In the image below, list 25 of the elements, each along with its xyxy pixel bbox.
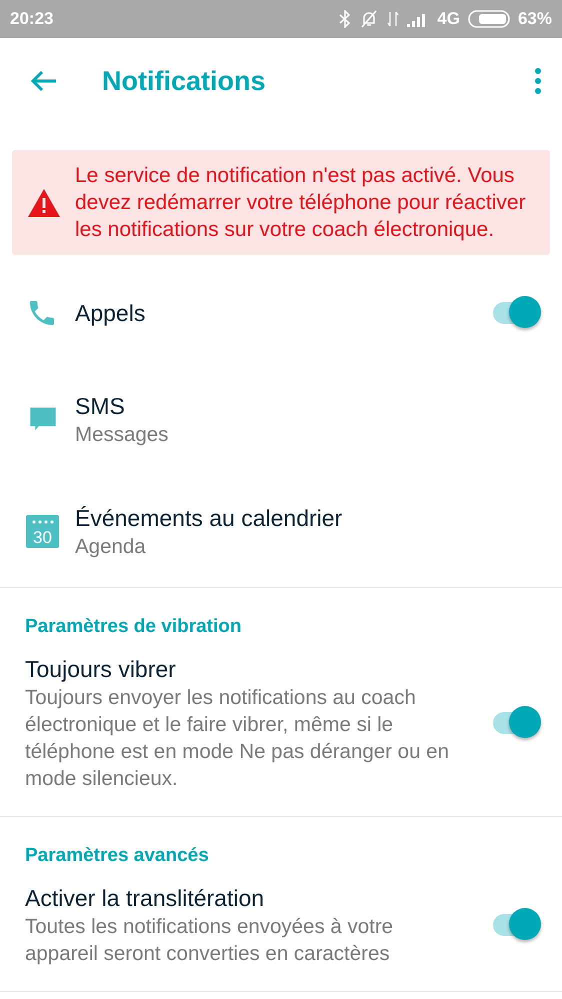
page-title: Notifications [102,66,267,96]
data-arrows-icon [387,10,400,28]
setting-title: Activer la translitération [25,884,266,913]
setting-description: Toutes les notifications envoyées à votre appareil seront converties en caractères [25,914,394,967]
status-time: 20:23 [10,9,54,29]
item-title: SMS [75,392,126,420]
app-notification-row[interactable]: 30 Événements au calendrier Agenda [0,475,562,587]
setting-title: Toujours vibrer [25,655,177,684]
item-subtitle: Messages [75,422,170,448]
item-title: Événements au calendrier [75,504,344,532]
calendar-icon: 30 [26,514,59,548]
bluetooth-icon [339,10,352,28]
app-notification-row[interactable]: SMS Messages [0,363,562,475]
item-title: Appels [75,299,146,328]
warning-icon [26,188,60,218]
section-header: Paramètres avancés [24,844,210,868]
setting-description: Toujours envoyer les notifications au coach électronique et le faire vibrer, même si le téléphone est en mode Ne pas déranger ou en mode silencieux. [25,685,450,792]
item-subtitle: Agenda [75,534,147,560]
section-header: Paramètres de vibration [24,615,242,639]
app-notification-row[interactable]: Appels [0,263,562,363]
alert-message: Le service de notification n'est pas activé. Vous devez redémarrer votre téléphone pour réactiver les notifications sur votre coach électronique. [75,163,527,243]
network-type: 4G [437,9,460,29]
battery-icon [468,10,510,28]
battery-percent: 63% [518,9,552,29]
muted-bell-icon [359,10,380,28]
